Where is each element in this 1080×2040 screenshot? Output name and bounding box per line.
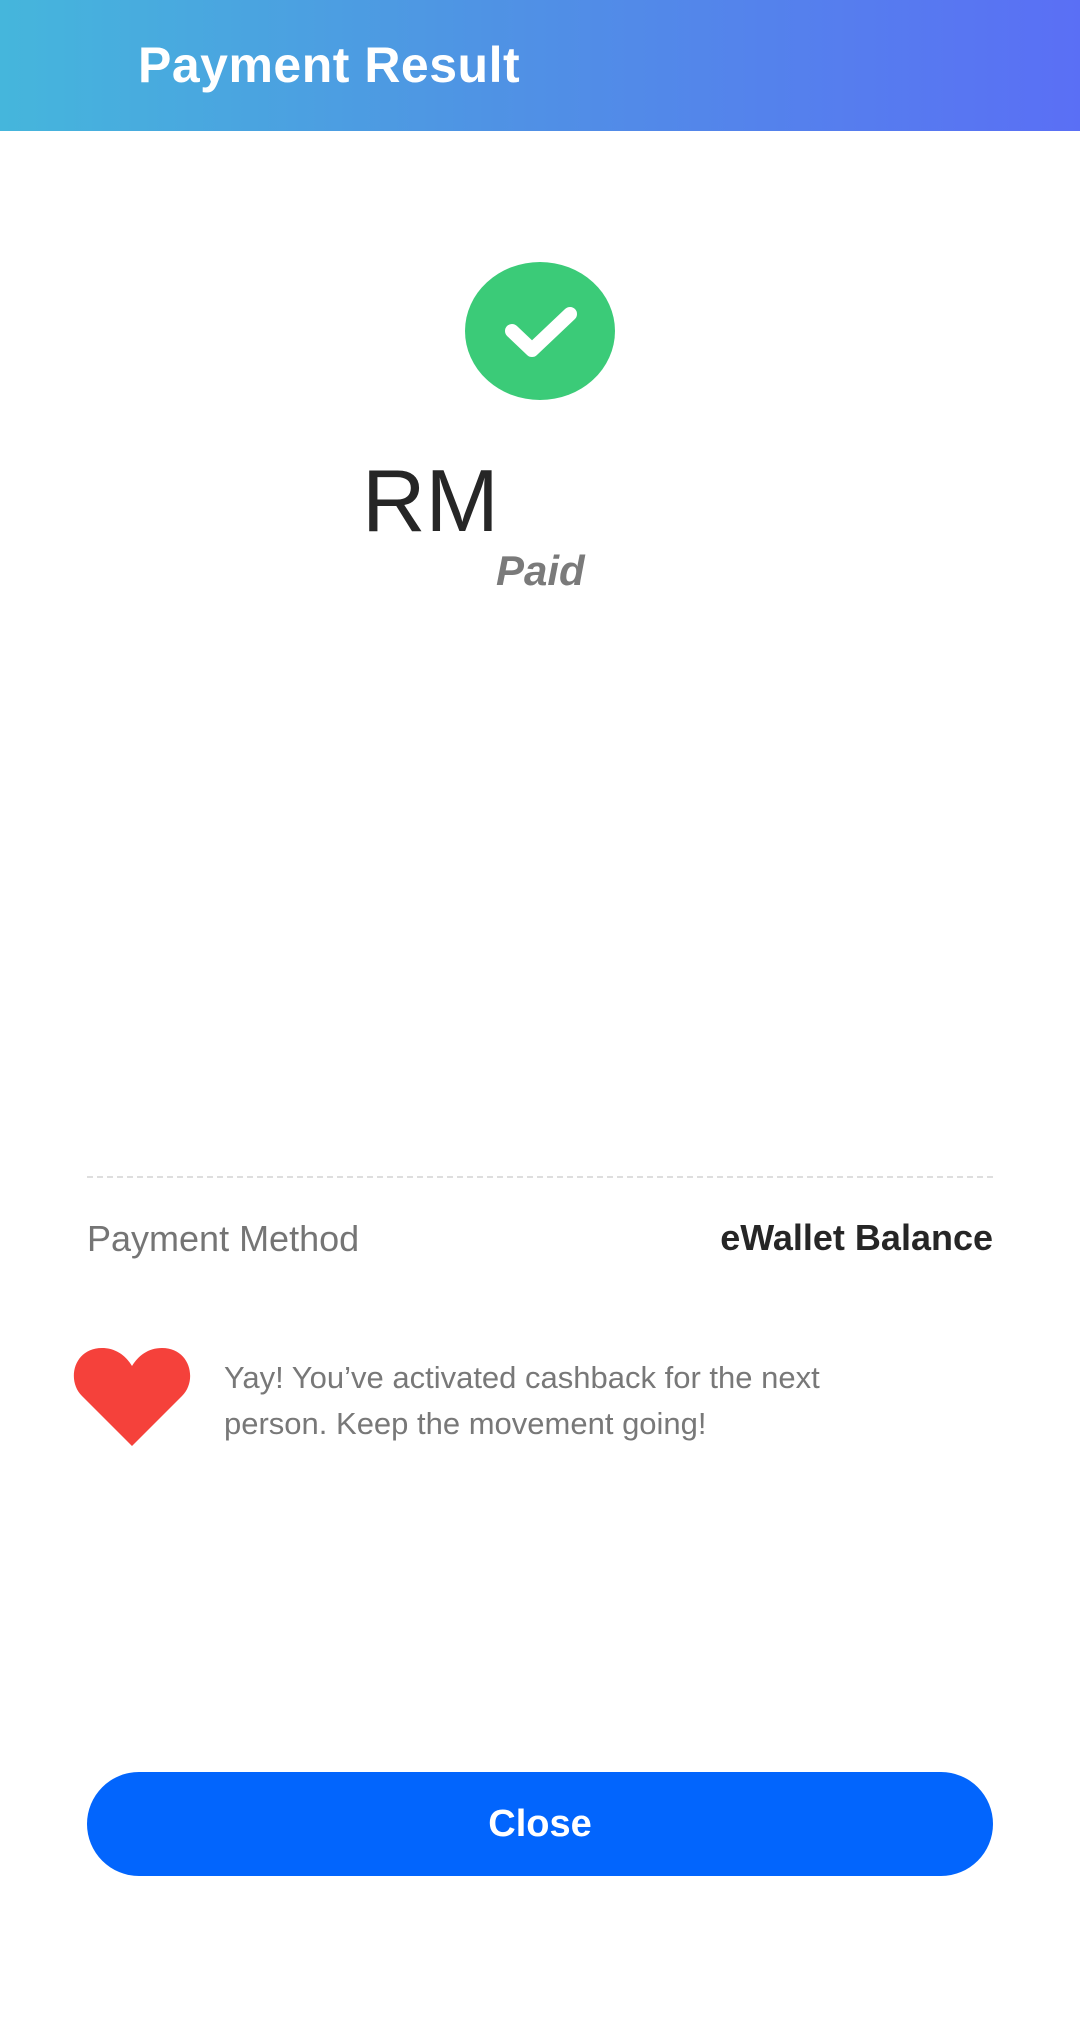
payment-result-screen: Payment Result RM Paid Payment Method eW… bbox=[0, 0, 1080, 2040]
cashback-message: Yay! You’ve activated cashback for the n… bbox=[224, 1360, 820, 1441]
app-header: Payment Result bbox=[0, 0, 1080, 131]
page-title: Payment Result bbox=[138, 37, 521, 93]
heart-icon bbox=[72, 1342, 192, 1448]
payment-method-value: eWallet Balance bbox=[720, 1217, 993, 1258]
dashed-divider bbox=[87, 1176, 993, 1178]
success-check-icon bbox=[465, 262, 615, 400]
payment-method-label: Payment Method bbox=[87, 1218, 360, 1259]
close-button[interactable]: Close bbox=[87, 1772, 993, 1876]
payment-amount: RM bbox=[362, 451, 499, 550]
payment-status-text: Paid bbox=[496, 547, 585, 594]
